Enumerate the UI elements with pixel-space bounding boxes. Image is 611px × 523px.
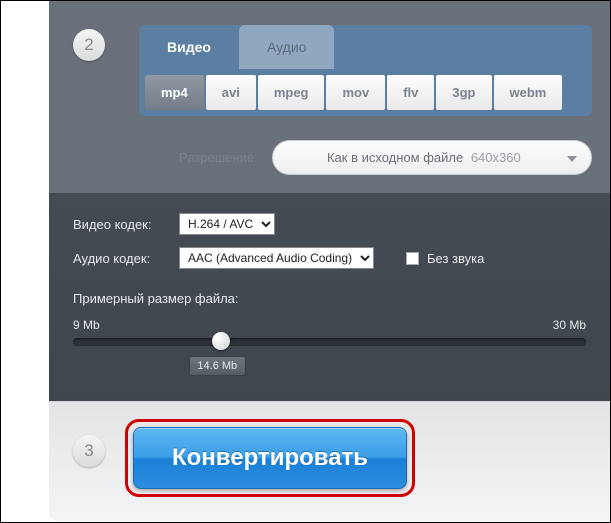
convert-highlight: Конвертировать — [125, 419, 415, 497]
step-3-badge: 3 — [73, 435, 105, 467]
format-mp4[interactable]: mp4 — [145, 75, 204, 110]
video-codec-label: Видео кодек: — [73, 217, 169, 232]
format-mov[interactable]: mov — [326, 75, 385, 110]
audio-codec-select[interactable]: AAC (Advanced Audio Coding) — [179, 247, 374, 269]
resolution-value: Как в исходном файле — [327, 150, 463, 165]
resolution-label: Разрешение: — [179, 150, 258, 165]
filesize-slider-handle[interactable] — [212, 332, 230, 350]
step-2-badge: 2 — [73, 29, 105, 61]
video-codec-select[interactable]: H.264 / AVC — [179, 213, 275, 235]
audio-codec-label: Аудио кодек: — [73, 251, 169, 266]
media-type-tabs: Видео Аудио — [139, 25, 592, 69]
format-3gp[interactable]: 3gp — [436, 75, 491, 110]
format-webm[interactable]: webm — [494, 75, 563, 110]
filesize-min: 9 Mb — [73, 318, 100, 332]
filesize-slider-track[interactable] — [73, 338, 586, 346]
filesize-label: Примерный размер файла: — [73, 291, 586, 306]
tab-video[interactable]: Видео — [139, 25, 239, 69]
resolution-dropdown[interactable]: Как в исходном файле 640x360 — [272, 140, 592, 175]
filesize-value-bubble: 14.6 Mb — [188, 356, 246, 376]
convert-button[interactable]: Конвертировать — [133, 427, 407, 489]
resolution-dim: 640x360 — [471, 150, 521, 165]
mute-label: Без звука — [427, 251, 484, 266]
format-avi[interactable]: avi — [206, 75, 256, 110]
format-flv[interactable]: flv — [387, 75, 434, 110]
format-tabs: mp4 avi mpeg mov flv 3gp webm — [139, 69, 592, 116]
mute-checkbox[interactable] — [406, 252, 419, 265]
format-mpeg[interactable]: mpeg — [258, 75, 325, 110]
tab-audio[interactable]: Аудио — [239, 25, 335, 69]
filesize-max: 30 Mb — [553, 318, 586, 332]
